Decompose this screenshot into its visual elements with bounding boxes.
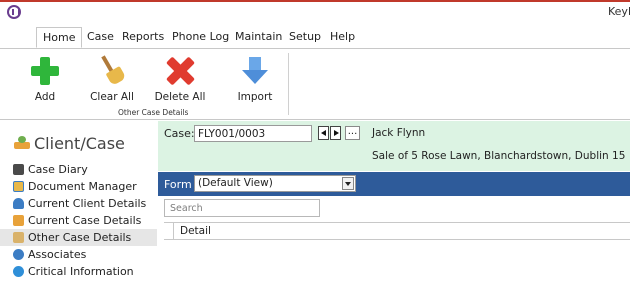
sidebar-item-current-case-details[interactable]: Current Case Details — [0, 212, 157, 229]
sidebar: Client/Case Case Diary Document Manager … — [0, 121, 157, 290]
client-name: Jack Flynn — [372, 127, 426, 139]
title-bar: Keyh — [0, 0, 630, 22]
form-label: Form — [164, 178, 192, 191]
ribbon-group-label: Other Case Details — [118, 108, 189, 117]
add-label: Add — [34, 91, 56, 103]
sidebar-title-text: Client/Case — [34, 134, 125, 153]
broom-icon — [96, 55, 128, 87]
chevron-down-icon[interactable] — [342, 177, 354, 190]
sidebar-item-critical-information[interactable]: Critical Information — [0, 263, 157, 280]
case-header: Case: ... Jack Flynn Sale of 5 Rose Lawn… — [158, 121, 630, 171]
column-header-detail[interactable]: Detail — [180, 225, 211, 237]
delete-all-label: Delete All — [154, 91, 206, 103]
sidebar-item-document-manager[interactable]: Document Manager — [0, 178, 157, 195]
diary-icon — [13, 164, 24, 175]
sidebar-item-other-case-details[interactable]: Other Case Details — [0, 229, 157, 246]
delete-all-button[interactable]: Delete All — [148, 53, 212, 107]
ribbon-group-divider — [288, 53, 289, 115]
tab-help[interactable]: Help — [324, 27, 361, 48]
sidebar-item-label: Critical Information — [28, 265, 134, 278]
down-arrow-icon — [239, 55, 271, 87]
sidebar-item-case-diary[interactable]: Case Diary — [0, 161, 157, 178]
user-name: Keyh — [608, 5, 630, 18]
document-icon — [13, 181, 24, 192]
other-case-icon — [13, 232, 24, 243]
row-selector-column — [164, 223, 174, 239]
tab-reports[interactable]: Reports — [116, 27, 170, 48]
form-view-value: (Default View) — [198, 177, 273, 189]
clear-all-button[interactable]: Clear All — [86, 53, 138, 107]
menu-tabs: Home Case Reports Phone Log Maintain Set… — [0, 22, 630, 48]
next-case-button[interactable] — [330, 126, 341, 140]
case-lookup-button[interactable]: ... — [345, 126, 360, 140]
client-icon — [13, 198, 24, 209]
plus-icon — [29, 55, 61, 87]
grid-header: Detail — [164, 222, 630, 240]
case-label: Case: — [164, 127, 195, 140]
app-logo-icon[interactable] — [7, 5, 21, 19]
sidebar-item-label: Current Client Details — [28, 197, 147, 210]
case-icon — [13, 215, 24, 226]
sidebar-item-label: Associates — [28, 248, 87, 261]
import-button[interactable]: Import — [232, 53, 278, 107]
sidebar-item-associates[interactable]: Associates — [0, 246, 157, 263]
associates-icon — [13, 249, 24, 260]
delete-x-icon — [164, 55, 196, 87]
previous-case-button[interactable] — [318, 126, 329, 140]
info-icon — [13, 266, 24, 277]
sidebar-item-label: Case Diary — [28, 163, 88, 176]
client-case-icon — [14, 136, 30, 150]
sidebar-item-label: Other Case Details — [28, 231, 132, 244]
sidebar-item-label: Document Manager — [28, 180, 137, 193]
import-label: Import — [237, 91, 273, 103]
tab-phone-log[interactable]: Phone Log — [166, 27, 235, 48]
case-description: Sale of 5 Rose Lawn, Blanchardstown, Dub… — [372, 150, 626, 162]
form-view-select[interactable]: (Default View) — [194, 175, 356, 192]
add-button[interactable]: Add — [24, 53, 66, 107]
clear-all-label: Clear All — [90, 91, 134, 103]
search-input[interactable] — [164, 199, 320, 217]
sidebar-item-current-client-details[interactable]: Current Client Details — [0, 195, 157, 212]
case-number-field[interactable] — [194, 125, 312, 142]
sidebar-item-label: Current Case Details — [28, 214, 142, 227]
tab-maintain[interactable]: Maintain — [229, 27, 288, 48]
tab-home[interactable]: Home — [36, 27, 83, 48]
tab-case[interactable]: Case — [81, 27, 120, 48]
sidebar-title: Client/Case — [14, 134, 125, 153]
ribbon: Add Clear All Delete All Import Other Ca… — [0, 48, 630, 120]
form-bar: Form (Default View) — [158, 172, 630, 196]
tab-setup[interactable]: Setup — [283, 27, 327, 48]
